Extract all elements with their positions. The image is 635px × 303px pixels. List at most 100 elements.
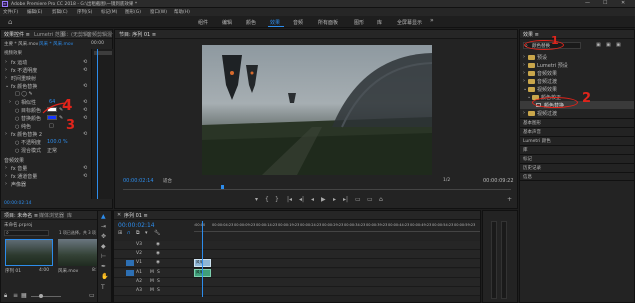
- mask-tools-icons[interactable]: □ ◯ ✎: [15, 91, 33, 97]
- eye-icon[interactable]: ◉: [156, 251, 160, 256]
- expand-arrow-icon[interactable]: ›: [5, 173, 7, 179]
- reset-icon[interactable]: ⟲: [83, 131, 87, 137]
- expand-arrow-icon[interactable]: ›: [523, 78, 525, 84]
- 32bit-effects-icon[interactable]: ▣: [606, 42, 611, 48]
- snap-icon[interactable]: ∩: [127, 230, 131, 236]
- tab-source[interactable]: 源：(无剪辑): [61, 31, 90, 38]
- settings-wrench-icon[interactable]: 🔧︎: [154, 230, 160, 236]
- reset-icon[interactable]: ⟲: [83, 59, 87, 65]
- workspace-all-panels[interactable]: 所有面板: [318, 19, 338, 26]
- home-icon[interactable]: ⌂: [8, 18, 12, 26]
- param-value[interactable]: 100.0 %: [47, 139, 68, 145]
- tab-libraries[interactable]: 库: [67, 212, 72, 219]
- menu-marker[interactable]: 标记(M): [101, 9, 117, 15]
- menu-file[interactable]: 文件(F): [3, 9, 18, 15]
- solo-icon[interactable]: S: [157, 279, 160, 284]
- reset-icon[interactable]: ⟲: [83, 115, 87, 121]
- project-thumb-sequence[interactable]: 序列 01 4:00: [5, 239, 53, 279]
- track-a2[interactable]: A2 M S: [114, 278, 480, 287]
- program-playhead[interactable]: [221, 185, 224, 189]
- reset-icon[interactable]: ⟲: [83, 107, 87, 113]
- expand-arrow-icon[interactable]: ›: [523, 62, 525, 68]
- maximize-button[interactable]: ☐: [603, 0, 607, 6]
- workspace-color[interactable]: 颜色: [246, 19, 256, 26]
- tab-program-monitor[interactable]: 节目: 序列 01 ≡: [119, 31, 156, 38]
- close-icon[interactable]: ✕: [117, 212, 121, 218]
- menu-window[interactable]: 窗口(W): [150, 9, 167, 15]
- effects-tree-audio-effects[interactable]: › 音频效果: [520, 69, 634, 77]
- eye-icon[interactable]: ◉: [156, 242, 160, 247]
- export-frame-icon[interactable]: ⌂: [379, 197, 383, 203]
- track-a3[interactable]: A3 M S: [114, 287, 480, 296]
- list-view-icon[interactable]: ≡: [13, 292, 18, 299]
- section-essential-sound[interactable]: 基本声音: [520, 127, 634, 136]
- workspace-fullscreen[interactable]: 全屏幕显示: [397, 19, 422, 26]
- mark-out-icon[interactable]: }: [275, 197, 279, 203]
- tab-effects[interactable]: 效果 ≡: [523, 31, 539, 38]
- effect-controls-mini-timeline[interactable]: [91, 49, 113, 199]
- selection-tool-icon[interactable]: ▲: [101, 214, 106, 220]
- tab-media-browser[interactable]: 媒体浏览器: [39, 212, 64, 219]
- section-libraries[interactable]: 库: [520, 145, 634, 154]
- mute-icon[interactable]: M: [150, 288, 154, 293]
- track-select-tool-icon[interactable]: ⇥: [101, 224, 106, 230]
- tab-project[interactable]: 项目: 未命名 ≡: [4, 212, 38, 219]
- step-back-frame-icon[interactable]: ◂: [311, 197, 314, 203]
- workspace-audio[interactable]: 音频: [293, 19, 303, 26]
- blend-mode-select[interactable]: 正常: [47, 147, 57, 154]
- linked-selection-icon[interactable]: ⧉: [136, 230, 140, 236]
- extract-icon[interactable]: ▭: [367, 197, 373, 203]
- effects-tree-presets[interactable]: › 预设: [520, 53, 634, 61]
- effect-controls-timecode[interactable]: 00:00:02:14: [4, 201, 31, 206]
- reset-icon[interactable]: ⟲: [83, 99, 87, 105]
- resolution-select[interactable]: 1/2: [443, 178, 450, 183]
- lift-icon[interactable]: ▭: [355, 197, 361, 203]
- timeline-ruler[interactable]: :00:00 00:00:04:23 00:00:09:23 00:00:14:…: [194, 222, 480, 232]
- reset-icon[interactable]: ⟲: [83, 83, 87, 89]
- menu-clip[interactable]: 剪辑(C): [52, 9, 68, 15]
- track-a1[interactable]: A1 M S 风采: [114, 269, 480, 278]
- effects-tree-video-transitions[interactable]: › 视频过渡: [520, 109, 634, 117]
- type-tool-icon[interactable]: T: [101, 285, 105, 291]
- tab-sequence-01[interactable]: 序列 01 ≡: [124, 212, 148, 219]
- add-marker-icon[interactable]: ▾: [255, 197, 258, 203]
- collapse-arrow-icon[interactable]: ⌄: [527, 94, 531, 100]
- hand-tool-icon[interactable]: ✋: [101, 274, 108, 280]
- accelerated-effects-icon[interactable]: ▣: [596, 42, 601, 48]
- program-video-frame[interactable]: [202, 45, 432, 175]
- yuv-effects-icon[interactable]: ▣: [616, 42, 621, 48]
- expand-arrow-icon[interactable]: ›: [5, 59, 7, 65]
- effects-tree-video-effects[interactable]: ⌄ 视频效果: [520, 85, 634, 93]
- expand-arrow-icon[interactable]: ›: [5, 131, 7, 137]
- workspace-libraries[interactable]: 库: [377, 19, 382, 26]
- tab-effect-controls[interactable]: 效果控件 ≡: [4, 31, 30, 38]
- close-button[interactable]: ✕: [621, 0, 625, 6]
- nest-icon[interactable]: ⊞: [118, 230, 122, 236]
- program-timecode[interactable]: 00:00:02:14: [123, 178, 154, 184]
- collapse-arrow-icon[interactable]: ⌄: [523, 86, 527, 92]
- play-icon[interactable]: ▶: [321, 197, 326, 203]
- menu-graphics[interactable]: 图形(G): [125, 9, 141, 15]
- menu-edit[interactable]: 编辑(E): [27, 9, 42, 15]
- program-scrubber[interactable]: [123, 187, 511, 190]
- workspace-assembly[interactable]: 组件: [198, 19, 208, 26]
- go-to-out-icon[interactable]: ▸|: [343, 197, 348, 203]
- ripple-edit-tool-icon[interactable]: ✥: [101, 234, 106, 240]
- pen-tool-icon[interactable]: ✒: [101, 264, 106, 270]
- effects-tree-lumetri-presets[interactable]: › Lumetri 预设: [520, 61, 634, 69]
- zoom-slider[interactable]: [31, 296, 61, 297]
- add-marker-icon[interactable]: ▾: [145, 230, 148, 236]
- razor-tool-icon[interactable]: ◆: [101, 244, 106, 250]
- workspace-more-icon[interactable]: »: [430, 17, 434, 24]
- new-bin-icon[interactable]: ▭: [89, 292, 95, 299]
- project-search-input[interactable]: [4, 230, 49, 236]
- expand-arrow-icon[interactable]: ›: [523, 70, 525, 76]
- menu-help[interactable]: 帮助(H): [174, 9, 190, 15]
- expand-arrow-icon[interactable]: ›: [523, 54, 525, 60]
- collapse-arrow-icon[interactable]: ⌄: [5, 83, 9, 89]
- tab-audio-clip-mixer[interactable]: 音频剪辑混合器: [87, 31, 113, 38]
- track-v3[interactable]: V3 ◉: [114, 241, 480, 250]
- source-patch-v1[interactable]: [126, 260, 134, 266]
- expand-arrow-icon[interactable]: ›: [5, 181, 7, 187]
- workspace-effects[interactable]: 效果: [270, 19, 280, 26]
